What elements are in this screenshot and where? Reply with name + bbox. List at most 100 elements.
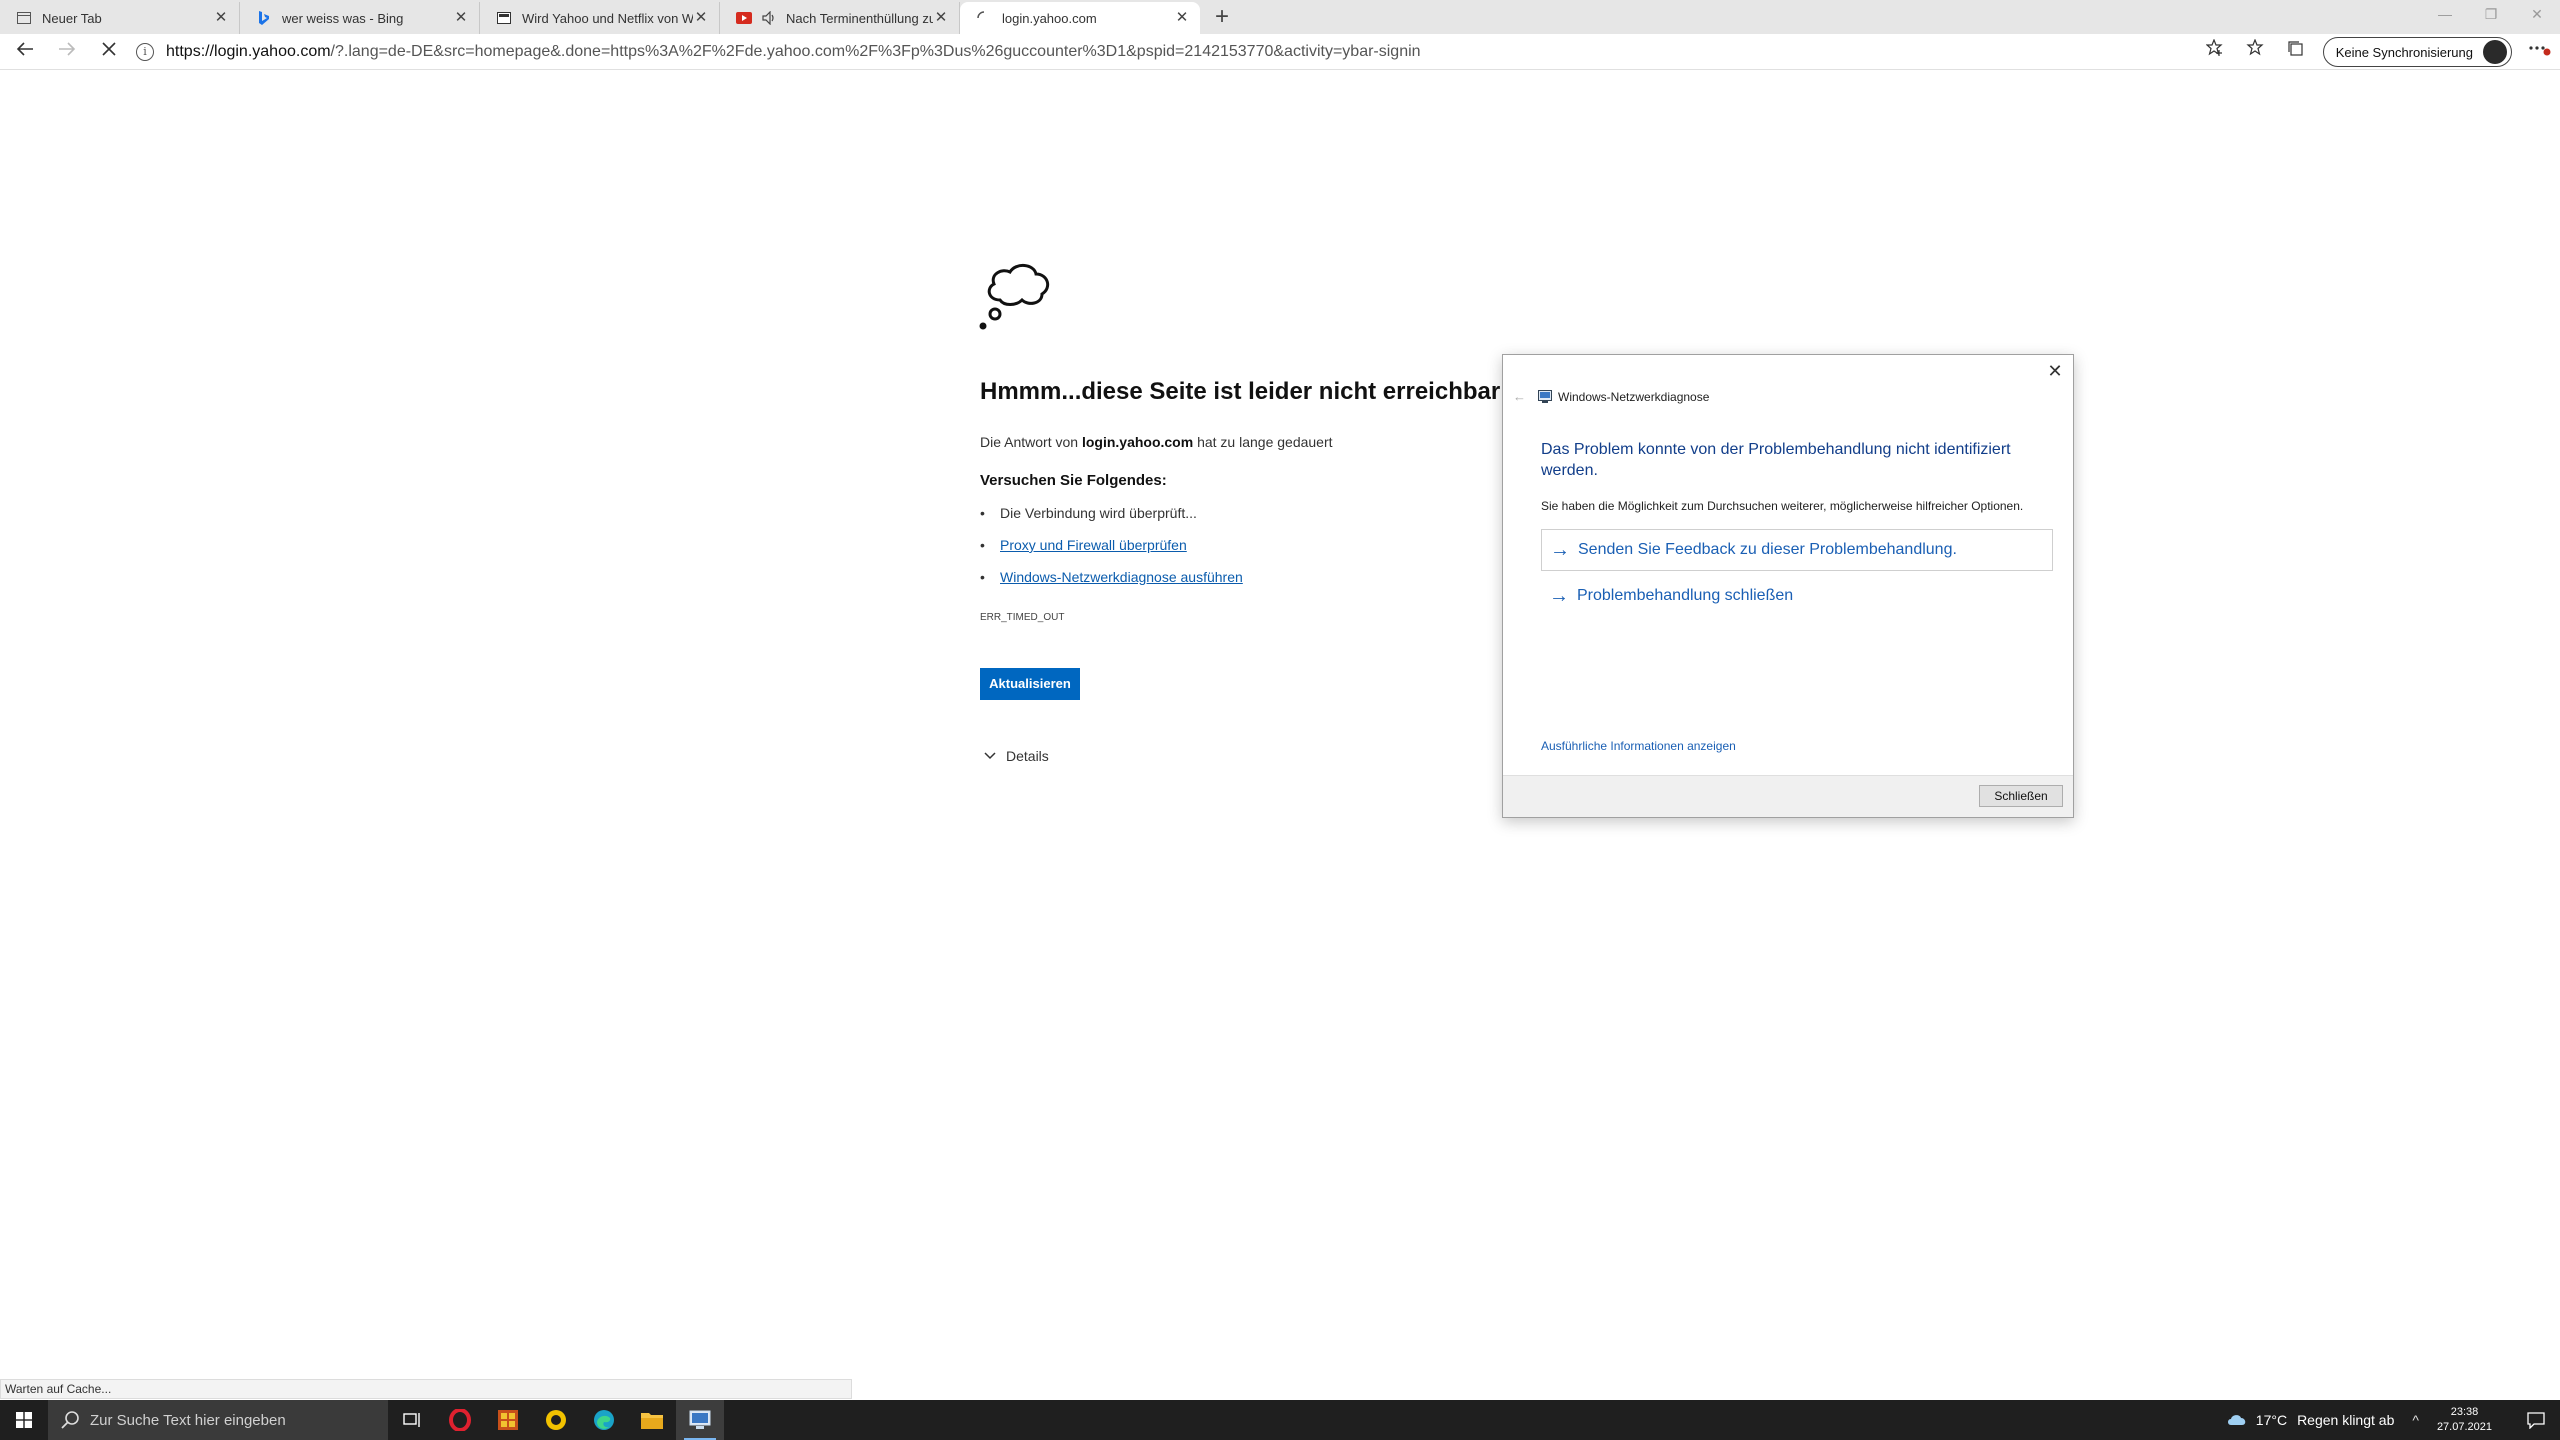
close-troubleshooter-option[interactable]: → Problembehandlung schließen	[1541, 575, 2053, 617]
arrow-right-icon: →	[1549, 584, 1569, 607]
weather-temperature: 17°C	[2255, 1412, 2288, 1428]
network-diagnostics-taskbar-icon[interactable]	[676, 1400, 724, 1440]
app-grid-icon[interactable]	[484, 1400, 532, 1440]
site-info-icon[interactable]: i	[136, 42, 154, 61]
new-tab-button[interactable]: +	[1206, 2, 1238, 34]
minimize-icon[interactable]: —	[2422, 0, 2468, 30]
error-description: Die Antwort von login.yahoo.com hat zu l…	[980, 434, 1333, 450]
windows-logo-icon	[16, 1412, 32, 1428]
dialog-subtext: Sie haben die Möglichkeit zum Durchsuche…	[1541, 499, 2024, 513]
tab-title: login.yahoo.com	[1002, 10, 1097, 26]
url-text[interactable]: https://login.yahoo.com/?.lang=de-DE&src…	[166, 43, 1421, 61]
status-bar: Warten auf Cache...	[0, 1379, 852, 1399]
error-title: Hmmm...diese Seite ist leider nicht erre…	[980, 378, 1501, 405]
video-icon	[736, 10, 752, 26]
tab-title: Nach Terminenthüllung zu	[786, 10, 933, 26]
close-dialog-button[interactable]: Schließen	[1979, 785, 2063, 807]
dialog-message: Das Problem konnte von der Problembehand…	[1541, 441, 2011, 479]
clock[interactable]: 23:38 27.07.2021	[2437, 1405, 2492, 1435]
arrow-right-icon: →	[1550, 538, 1570, 561]
close-tab-icon[interactable]: ✕	[933, 10, 949, 26]
chevron-up-icon[interactable]: ^	[2412, 1412, 2419, 1428]
more-info-link[interactable]: Ausführliche Informationen anzeigen	[1541, 739, 1736, 753]
close-tab-icon[interactable]: ✕	[1174, 10, 1190, 26]
error-desc-prefix: Die Antwort von	[980, 434, 1079, 450]
dialog-header: ← Windows-Netzwerkdiagnose	[1513, 389, 1709, 404]
send-feedback-label: Senden Sie Feedback zu dieser Problembeh…	[1578, 541, 1957, 558]
details-toggle[interactable]: Details	[984, 748, 1049, 764]
notification-center-icon[interactable]	[2512, 1400, 2560, 1440]
file-explorer-icon[interactable]	[628, 1400, 676, 1440]
opera-icon[interactable]	[436, 1400, 484, 1440]
profile-sync-button[interactable]: Keine Synchronisierung	[2322, 37, 2512, 67]
error-desc-suffix: hat zu lange gedauert	[1197, 434, 1333, 450]
suggestion-network-diagnostics: Windows-Netzwerkdiagnose ausführen	[980, 566, 1243, 598]
tab-title: Wird Yahoo und Netflix von Win	[522, 10, 693, 26]
collections-icon[interactable]	[2275, 36, 2315, 68]
network-diagnostics-link[interactable]: Windows-Netzwerkdiagnose ausführen	[1000, 569, 1243, 585]
taskbar-search-input[interactable]: Zur Suche Text hier eingeben	[48, 1400, 388, 1440]
suggestion-text: Die Verbindung wird überprüft...	[1000, 505, 1197, 521]
weather-widget[interactable]: 17°C Regen klingt ab	[2226, 1412, 2395, 1428]
browser-toolbar: i https://login.yahoo.com/?.lang=de-DE&s…	[0, 34, 2560, 70]
restore-icon[interactable]: ❐	[2468, 0, 2514, 30]
suggestion-list: Die Verbindung wird überprüft... Proxy u…	[980, 502, 1243, 598]
close-troubleshooter-label: Problembehandlung schließen	[1577, 587, 1794, 604]
tab-bing[interactable]: wer weiss was - Bing ✕	[240, 2, 480, 34]
tab-new-tab[interactable]: Neuer Tab ✕	[0, 2, 240, 34]
send-feedback-option[interactable]: → Senden Sie Feedback zu dieser Problemb…	[1541, 529, 2053, 571]
suggestion-proxy-firewall: Proxy und Firewall überprüfen	[980, 534, 1243, 566]
task-view-icon[interactable]	[388, 1400, 436, 1440]
loading-spinner-icon	[976, 10, 992, 26]
error-code: ERR_TIMED_OUT	[980, 612, 1065, 623]
clock-time: 23:38	[2450, 1406, 2479, 1418]
reload-button[interactable]: Aktualisieren	[980, 668, 1080, 700]
tab-strip: Neuer Tab ✕ wer weiss was - Bing ✕ Wird …	[0, 0, 2560, 34]
close-tab-icon[interactable]: ✕	[213, 10, 229, 26]
sync-label: Keine Synchronisierung	[2335, 44, 2473, 60]
dialog-window-title: Windows-Netzwerkdiagnose	[1558, 389, 1710, 404]
tab-title: wer weiss was - Bing	[282, 10, 404, 26]
clock-date: 27.07.2021	[2436, 1421, 2492, 1433]
speaker-icon[interactable]	[762, 10, 778, 26]
stop-loading-button[interactable]	[92, 37, 126, 67]
tab-login-yahoo[interactable]: login.yahoo.com ✕	[960, 2, 1200, 34]
chevron-down-icon	[984, 749, 996, 763]
close-tab-icon[interactable]: ✕	[693, 10, 709, 26]
back-button[interactable]	[8, 37, 42, 67]
weather-description: Regen klingt ab	[2297, 1412, 2395, 1428]
tab-yahoo-netflix[interactable]: Wird Yahoo und Netflix von Win ✕	[480, 2, 720, 34]
system-tray: 17°C Regen klingt ab ^ 23:38 27.07.2021	[2226, 1400, 2560, 1440]
error-desc-host: login.yahoo.com	[1081, 434, 1194, 450]
address-bar[interactable]: i https://login.yahoo.com/?.lang=de-DE&s…	[136, 37, 2196, 67]
details-label: Details	[1006, 748, 1049, 764]
newtab-page-icon	[16, 10, 32, 26]
norton-icon[interactable]	[532, 1400, 580, 1440]
page-icon	[496, 10, 512, 26]
close-window-icon[interactable]: ✕	[2514, 0, 2560, 30]
network-diagnostics-icon	[1538, 389, 1552, 403]
tab-terminenthuellung[interactable]: Nach Terminenthüllung zu ✕	[720, 2, 960, 34]
tab-title: Neuer Tab	[42, 10, 102, 26]
taskbar: Zur Suche Text hier eingeben 17°C Regen …	[0, 1400, 2560, 1440]
start-button[interactable]	[0, 1400, 48, 1440]
avatar	[2483, 40, 2507, 64]
search-icon	[61, 1411, 79, 1429]
rain-cloud-icon	[2227, 1415, 2246, 1425]
url-path: /?.lang=de-DE&src=homepage&.done=https%3…	[330, 42, 1421, 60]
favorites-icon[interactable]	[2235, 36, 2275, 68]
proxy-firewall-link[interactable]: Proxy und Firewall überprüfen	[1000, 537, 1187, 553]
search-placeholder: Zur Suche Text hier eingeben	[90, 1411, 286, 1429]
close-icon[interactable]: ✕	[2045, 361, 2065, 381]
suggestion-checking-connection: Die Verbindung wird überprüft...	[980, 502, 1243, 534]
add-favorite-icon[interactable]	[2195, 36, 2235, 68]
settings-menu-icon[interactable]	[2520, 36, 2560, 68]
suggestions-heading: Versuchen Sie Folgendes:	[980, 472, 1167, 489]
url-host: https://login.yahoo.com	[166, 42, 331, 60]
forward-button[interactable]	[50, 37, 84, 67]
back-arrow-icon[interactable]: ←	[1513, 389, 1526, 404]
toolbar-right: Keine Synchronisierung	[2195, 34, 2560, 70]
close-tab-icon[interactable]: ✕	[453, 10, 469, 26]
edge-icon[interactable]	[580, 1400, 628, 1440]
window-controls: — ❐ ✕	[2422, 0, 2560, 32]
